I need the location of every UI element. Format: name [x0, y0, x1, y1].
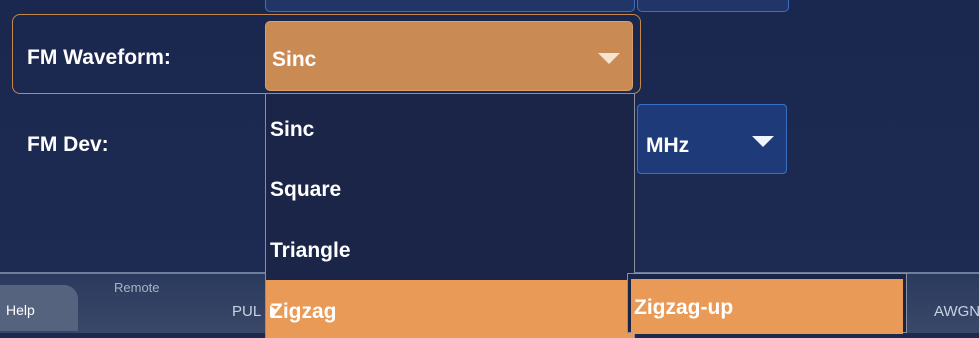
fm-dev-unit-dropdown[interactable]: MHz	[637, 104, 787, 174]
fm-dev-label: FM Dev:	[27, 133, 109, 156]
upper-field-partial[interactable]	[265, 0, 635, 12]
chevron-right-icon	[270, 305, 277, 317]
fm-waveform-label: FM Waveform:	[27, 46, 171, 69]
upper-unit-field-partial[interactable]	[637, 0, 789, 12]
dropdown-item-label: Sinc	[270, 118, 315, 141]
zigzag-submenu: Zigzag-up	[627, 273, 907, 334]
chevron-down-icon	[752, 136, 774, 147]
dropdown-item-label: Triangle	[270, 239, 351, 262]
dropdown-item-square[interactable]: Square	[266, 164, 634, 216]
dropdown-item-label: Zigzag	[270, 300, 337, 323]
submenu-item-zigzag-up[interactable]: Zigzag-up	[631, 279, 903, 334]
fm-waveform-value: Sinc	[272, 48, 317, 71]
fm-waveform-dropdown[interactable]: Sinc	[265, 21, 633, 91]
tab-help[interactable]: Help	[0, 285, 78, 331]
tab-pul[interactable]: PUL	[232, 303, 261, 320]
tab-remote[interactable]: Remote	[114, 280, 160, 295]
dropdown-item-sinc[interactable]: Sinc	[266, 104, 634, 156]
dropdown-item-triangle[interactable]: Triangle	[266, 225, 634, 277]
tab-awgn[interactable]: AWGN	[934, 303, 979, 320]
fm-waveform-dropdown-list: Sinc Square Triangle Zigzag	[265, 93, 635, 338]
dropdown-item-zigzag[interactable]: Zigzag	[266, 280, 634, 338]
chevron-down-icon	[598, 53, 620, 64]
fm-dev-unit-value: MHz	[646, 134, 690, 157]
tab-help-label: Help	[6, 302, 35, 318]
dropdown-item-label: Square	[270, 178, 342, 201]
submenu-item-label: Zigzag-up	[634, 296, 734, 319]
